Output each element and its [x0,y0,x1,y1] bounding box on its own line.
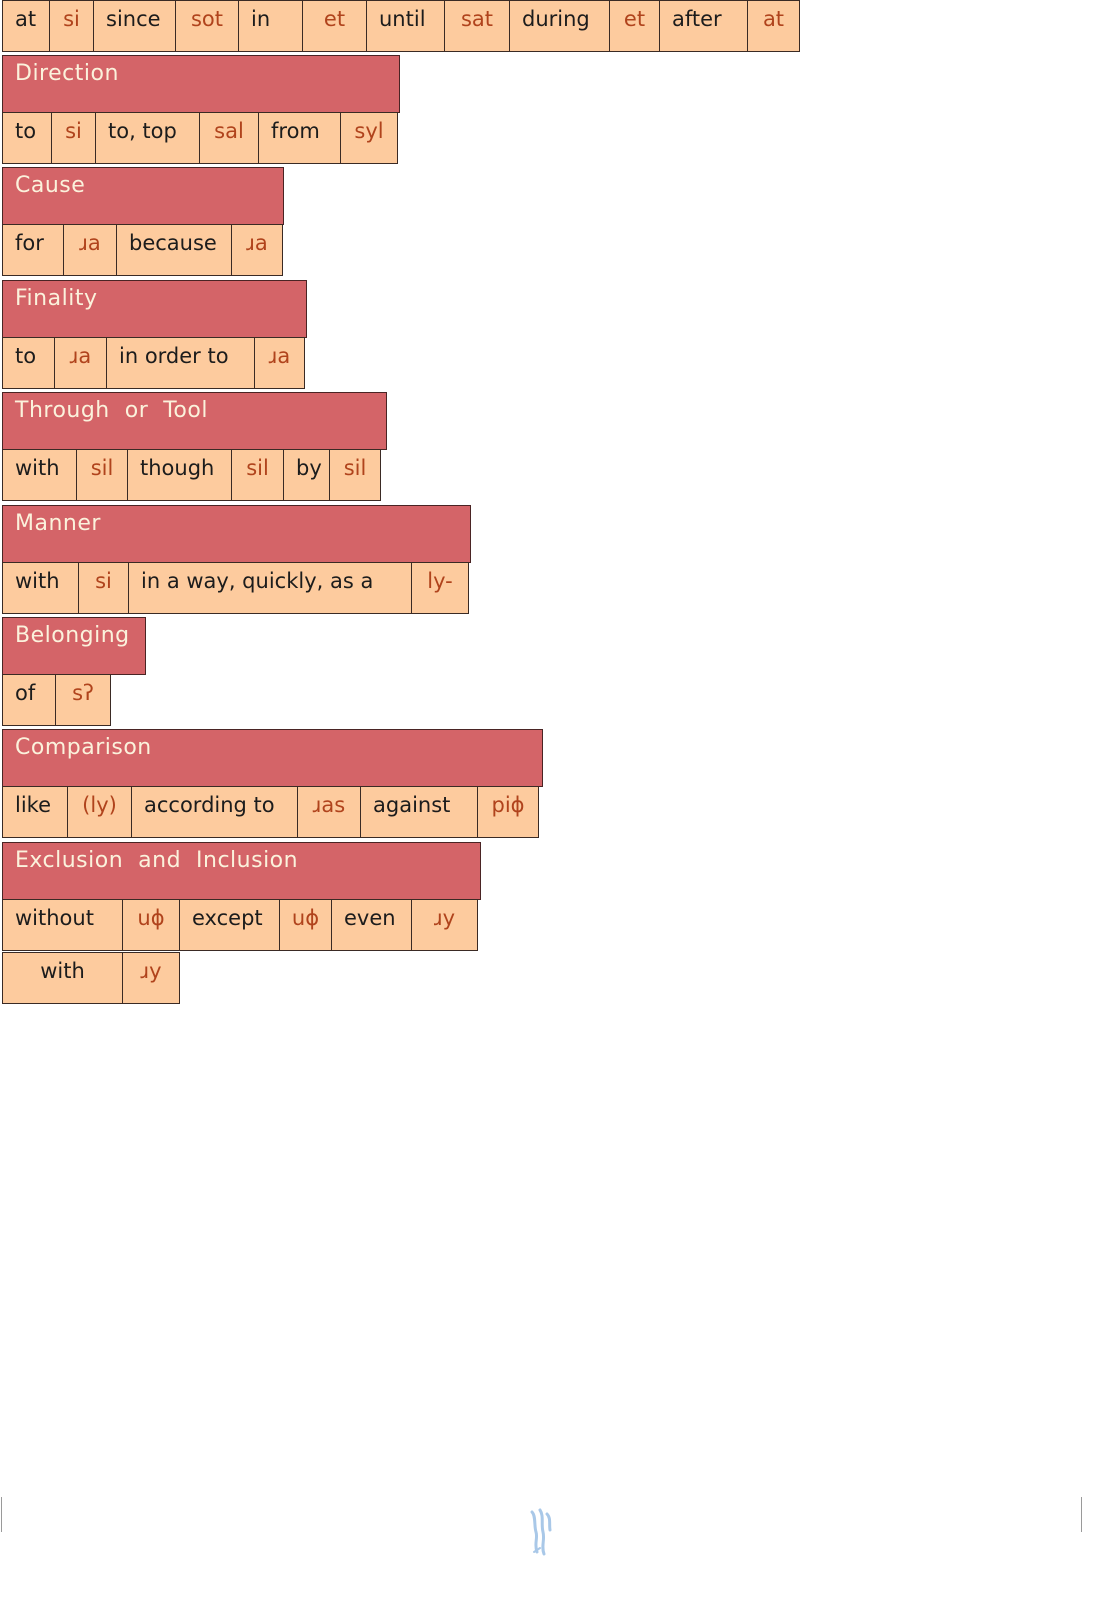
word-cell: until [366,0,445,52]
section-header: Comparison [2,729,543,787]
word-cell: even [331,899,412,951]
word-cell: by [283,449,330,501]
term-cell: ɹy [411,899,478,951]
term-cell: et [609,0,660,52]
word-cell: for [2,224,64,276]
word-cell: during [509,0,610,52]
word-cell: of [2,674,56,726]
term-cell: uɸ [122,899,180,951]
section-header: Cause [2,167,284,225]
table-row: to si to, top sal from syl [2,112,398,164]
term-cell: sot [175,0,239,52]
table-row: with ɹy [2,952,180,1004]
term-cell: ɹas [297,786,361,838]
word-cell: with [2,449,77,501]
term-cell: sil [231,449,284,501]
word-cell: to [2,112,52,164]
word-cell: to [2,337,55,389]
word-cell: from [258,112,341,164]
term-cell: sʔ [55,674,111,726]
section-header: Belonging [2,617,146,675]
word-cell: in [238,0,303,52]
table-row: with si in a way, quickly, as a ly- [2,562,469,614]
word-cell: after [659,0,748,52]
word-cell: at [2,0,50,52]
word-cell: in a way, quickly, as a [128,562,412,614]
term-cell: at [747,0,800,52]
term-cell: si [49,0,94,52]
left-edge-mark [1,1497,2,1532]
term-cell: ɹy [122,952,180,1004]
term-cell: ɹa [54,337,107,389]
section-header: Finality [2,280,307,338]
word-cell: with [2,562,79,614]
table-row: for ɹa because ɹa [2,224,283,276]
term-cell: et [302,0,367,52]
term-cell: ɹa [63,224,117,276]
word-cell: with [2,952,123,1004]
term-cell: sal [199,112,259,164]
word-cell: though [127,449,232,501]
word-cell: against [360,786,478,838]
table-row: like (ly) according to ɹas against piɸ [2,786,539,838]
section-header: Direction [2,55,400,113]
term-cell: ɹa [231,224,283,276]
term-cell: sil [76,449,128,501]
term-cell: ɹa [254,337,305,389]
word-cell: according to [131,786,298,838]
word-cell: to, top [95,112,200,164]
term-cell: si [78,562,129,614]
word-cell: because [116,224,232,276]
table-row: of sʔ [2,674,111,726]
term-cell: sil [329,449,381,501]
table-row: at si since sot in et until sat during et after at [2,0,800,52]
section-header: Exclusion and Inclusion [2,842,481,900]
word-cell: in order to [106,337,255,389]
footer-logo-icon [530,1508,552,1556]
term-cell: sat [444,0,510,52]
word-cell: like [2,786,68,838]
table-row: with sil though sil by sil [2,449,381,501]
term-cell: syl [340,112,398,164]
table-row: to ɹa in order to ɹa [2,337,305,389]
section-header: Through or Tool [2,392,387,450]
term-cell: si [51,112,96,164]
right-edge-mark [1081,1497,1082,1532]
section-header: Manner [2,505,471,563]
term-cell: uɸ [279,899,332,951]
word-cell: except [179,899,280,951]
term-cell: ly- [411,562,469,614]
term-cell: (ly) [67,786,132,838]
word-cell: since [93,0,176,52]
word-cell: without [2,899,123,951]
table-row: without uɸ except uɸ even ɹy [2,899,478,951]
term-cell: piɸ [477,786,539,838]
